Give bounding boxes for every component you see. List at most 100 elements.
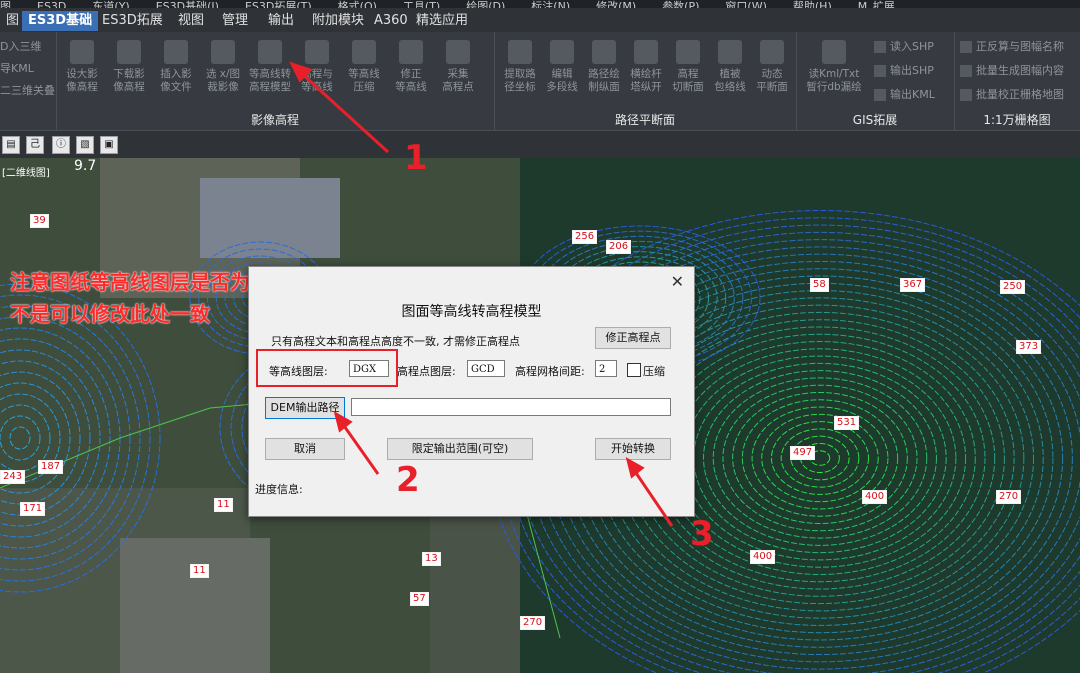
hatch-icon[interactable]: ▧ <box>76 136 94 154</box>
clipboard-icon[interactable]: ▣ <box>100 136 118 154</box>
compress-label: 压缩 <box>643 365 665 378</box>
group-path-section: 路径平断面 提取路 径坐标 编辑 多段线 路径绘 制纵面 横绘杆 塔纵开 高程 切断面 植被 包络线动… <box>494 32 797 130</box>
elevation-label: 250 <box>1000 280 1026 294</box>
read-kml-button[interactable]: 读Kml/Txt 暂行db漏绘 <box>802 38 866 108</box>
tool-icon <box>164 40 188 64</box>
ribbon-button[interactable]: 插入影 像文件 <box>154 38 198 108</box>
tool-icon <box>399 40 423 64</box>
elevation-label: 256 <box>572 230 598 244</box>
group-3d: D入三维 导KML 二三维关叠 <box>0 32 57 130</box>
grid-spacing-label: 高程网格间距: <box>515 365 585 378</box>
layout-icon[interactable]: ▤ <box>2 136 20 154</box>
shp-icon <box>874 41 886 53</box>
group-title: 影像高程 <box>250 113 299 127</box>
view-number: 9.7 <box>74 158 97 174</box>
step-number-2: 2 <box>396 460 420 500</box>
output-shp-button[interactable]: 输出SHP <box>874 62 934 80</box>
limit-range-button[interactable]: 限定输出范围(可空) <box>387 438 533 460</box>
tool-icon <box>305 40 329 64</box>
group-image-elevation: 影像高程 设大影 像高程 下载影 像高程 插入影 像文件选 x/图 裁影像 等高线转 高程模型高… <box>56 32 495 130</box>
view-label: [二维线图] <box>2 168 50 179</box>
elevation-label: 171 <box>20 502 46 516</box>
tool-icon <box>352 40 376 64</box>
ribbon-button[interactable]: 植被 包络线 <box>708 38 752 108</box>
ribbon-button[interactable]: 编辑 多段线 <box>540 38 584 108</box>
ribbon: D入三维 导KML 二三维关叠 影像高程 设大影 像高程 下载影 像高程 插入影 像文件选… <box>0 32 1080 131</box>
tool-icon <box>446 40 470 64</box>
close-icon[interactable]: ✕ <box>671 272 684 291</box>
group-title: 1:1万栅格图 <box>983 113 1051 127</box>
ribbon-button[interactable]: 提取路 径坐标 <box>498 38 542 108</box>
ribbon-item-3d[interactable]: D入三维 <box>0 38 41 56</box>
ribbon-tab[interactable]: 精选应用 <box>410 11 474 31</box>
elevation-label: 367 <box>900 278 926 292</box>
fix-elevation-button[interactable]: 修正高程点 <box>595 327 671 349</box>
ribbon-button[interactable]: 等高线 压缩 <box>342 38 386 108</box>
group-title: 路径平断面 <box>614 113 675 127</box>
compress-checkbox[interactable] <box>627 363 641 377</box>
elevation-label: 243 <box>0 470 26 484</box>
grid-spacing-input[interactable]: 2 <box>595 360 617 377</box>
ribbon-button[interactable]: 修正 等高线 <box>389 38 433 108</box>
group-gis: 读Kml/Txt 暂行db漏绘 读入SHP 输出SHP 输出KML GIS拓展 <box>796 32 955 130</box>
output-kml-button[interactable]: 输出KML <box>874 86 935 104</box>
ribbon-button[interactable]: 采集 高程点 <box>436 38 480 108</box>
dem-output-path-button[interactable]: DEM输出路径 <box>265 397 345 419</box>
step-number-3: 3 <box>690 514 714 554</box>
elevation-label: 206 <box>606 240 632 254</box>
grid-calc-button[interactable]: 正反算与图幅名称 <box>960 38 1064 56</box>
start-convert-button[interactable]: 开始转换 <box>595 438 671 460</box>
annotation-highlight-box <box>256 349 398 387</box>
read-shp-button[interactable]: 读入SHP <box>874 38 934 56</box>
ribbon-tab[interactable]: ES3D拓展 <box>96 11 169 31</box>
ribbon-button[interactable]: 等高线转 高程模型 <box>248 38 292 108</box>
dialog-hint: 只有高程文本和高程点高度不一致, 才需修正高程点 <box>271 335 520 348</box>
ribbon-button[interactable]: 高程与 等高线 <box>295 38 339 108</box>
elevation-label: 270 <box>996 490 1022 504</box>
elevation-label: 11 <box>190 564 209 578</box>
kml-out-icon <box>874 89 886 101</box>
ribbon-button[interactable]: 路径绘 制纵面 <box>582 38 626 108</box>
ribbon-button[interactable]: 横绘杆 塔纵开 <box>624 38 668 108</box>
grid-icon <box>960 41 972 53</box>
elevation-label: 13 <box>422 552 441 566</box>
tool-icon <box>634 40 658 64</box>
ribbon-tab[interactable]: A360 <box>368 11 414 31</box>
grid-icon <box>960 89 972 101</box>
point-layer-input[interactable]: GCD <box>467 360 505 377</box>
ribbon-button[interactable]: 下载影 像高程 <box>107 38 151 108</box>
ribbon-item-overlay[interactable]: 二三维关叠 <box>0 82 55 100</box>
ribbon-item-kml[interactable]: 导KML <box>0 60 34 78</box>
dialog-title: 图面等高线转高程模型 <box>401 304 542 320</box>
tool-icon <box>258 40 282 64</box>
step-number-1: 1 <box>404 138 428 178</box>
cancel-button[interactable]: 取消 <box>265 438 345 460</box>
toolbar: ▤ 己 ⓘ ▧ ▣ <box>0 131 1080 158</box>
ribbon-tab[interactable]: 附加模块 <box>306 11 370 31</box>
dem-path-input[interactable] <box>351 398 671 416</box>
elevation-label: 11 <box>214 498 233 512</box>
progress-label: 进度信息: <box>255 483 303 496</box>
info-icon[interactable]: ⓘ <box>52 136 70 154</box>
elevation-label: 57 <box>410 592 429 606</box>
grid-generate-button[interactable]: 批量生成图幅内容 <box>960 62 1064 80</box>
shp-out-icon <box>874 65 886 77</box>
tool-icon <box>550 40 574 64</box>
ribbon-tab[interactable]: 输出 <box>262 11 300 31</box>
tool-icon <box>676 40 700 64</box>
ribbon-button[interactable]: 设大影 像高程 <box>60 38 104 108</box>
tool-icon <box>508 40 532 64</box>
ribbon-tab[interactable]: 视图 <box>172 11 210 31</box>
elevation-label: 400 <box>862 490 888 504</box>
tool-icon <box>592 40 616 64</box>
elevation-label: 497 <box>790 446 816 460</box>
ribbon-tab[interactable]: 管理 <box>216 11 254 31</box>
tool-icon <box>117 40 141 64</box>
text-icon[interactable]: 己 <box>26 136 44 154</box>
elevation-label: 270 <box>520 616 546 630</box>
ribbon-button[interactable]: 选 x/图 裁影像 <box>201 38 245 108</box>
ribbon-button[interactable]: 高程 切断面 <box>666 38 710 108</box>
ribbon-button[interactable]: 动态 平断面 <box>750 38 794 108</box>
grid-correct-button[interactable]: 批量校正栅格地图 <box>960 86 1064 104</box>
ribbon-tab[interactable]: ES3D基础 <box>22 11 99 31</box>
